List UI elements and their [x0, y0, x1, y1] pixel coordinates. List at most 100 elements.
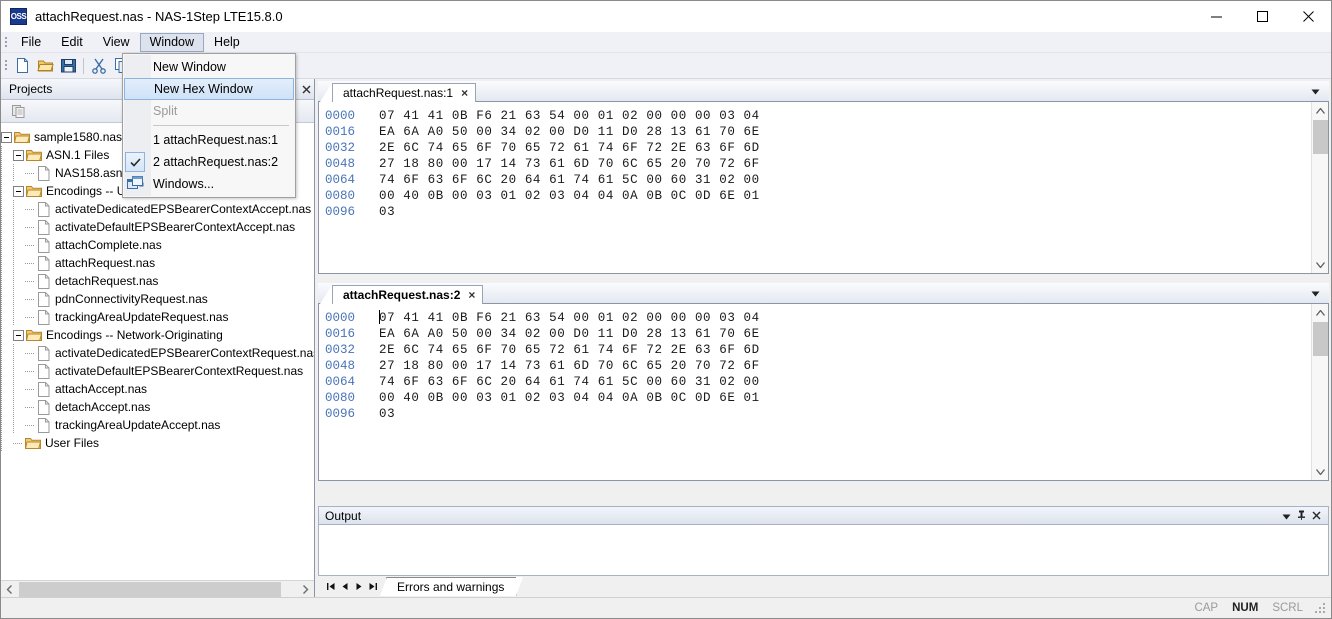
- hex-row: 0080 00 40 0B 00 03 01 02 03 04 04 0A 0B …: [325, 188, 1311, 204]
- projects-hscrollbar[interactable]: [1, 580, 314, 598]
- tree-expander-icon[interactable]: [13, 185, 24, 197]
- tree-guide: [25, 380, 37, 398]
- resize-grip-icon[interactable]: [1313, 601, 1327, 615]
- tree-item[interactable]: activateDedicatedEPSBearerContextRequest…: [1, 344, 314, 362]
- hscroll-right-arrow[interactable]: [297, 580, 314, 598]
- maximize-button[interactable]: [1239, 1, 1285, 32]
- new-file-icon[interactable]: [11, 55, 34, 77]
- menu-file[interactable]: File: [11, 33, 51, 52]
- tree-item[interactable]: detachRequest.nas: [1, 272, 314, 290]
- hex-window-2-vscrollbar[interactable]: [1311, 304, 1328, 480]
- tabstrip-dropdown-icon-2[interactable]: [1305, 283, 1325, 304]
- vscroll-thumb[interactable]: [1313, 322, 1328, 356]
- hex-offset: 0016: [325, 125, 356, 139]
- close-button[interactable]: [1285, 1, 1331, 32]
- menu-item-label: 1 attachRequest.nas:1: [153, 133, 279, 147]
- hex-bytes: 00 40 0B 00 03 01 02 03 04 04 0A 0B 0C 0…: [379, 391, 760, 405]
- open-folder-icon[interactable]: [34, 55, 57, 77]
- vscroll-down-arrow[interactable]: [1312, 463, 1328, 480]
- hex-window-1-body[interactable]: 0000 07 41 41 0B F6 21 63 54 00 01 02 00 …: [318, 102, 1329, 274]
- menu-help[interactable]: Help: [204, 33, 250, 52]
- tree-item[interactable]: attachComplete.nas: [1, 236, 314, 254]
- tree-item[interactable]: activateDefaultEPSBearerContextAccept.na…: [1, 218, 314, 236]
- output-nav-next-button[interactable]: [352, 579, 366, 595]
- menu-bar: File Edit View Window Help: [1, 32, 1331, 53]
- copy-pages-icon[interactable]: [7, 100, 30, 122]
- hex-window-1-vscrollbar[interactable]: [1311, 102, 1328, 273]
- vscroll-thumb[interactable]: [1313, 120, 1328, 154]
- tree-item[interactable]: activateDedicatedEPSBearerContextAccept.…: [1, 200, 314, 218]
- vscroll-up-arrow[interactable]: [1312, 304, 1328, 321]
- tab-attachrequest-nas-2[interactable]: attachRequest.nas:2 ×: [332, 285, 484, 304]
- tree-item[interactable]: activateDefaultEPSBearerContextRequest.n…: [1, 362, 314, 380]
- tree-item[interactable]: trackingAreaUpdateAccept.nas: [1, 416, 314, 434]
- menu-item-new-hex-window[interactable]: New Hex Window: [124, 78, 294, 100]
- tree-expander-icon[interactable]: [13, 329, 24, 341]
- hex-row: 0064 74 6F 63 6F 6C 20 64 61 74 61 5C 00 …: [325, 172, 1311, 188]
- tree-item[interactable]: pdnConnectivityRequest.nas: [1, 290, 314, 308]
- output-panel-body[interactable]: [318, 525, 1329, 576]
- tab-attachrequest-nas-1[interactable]: attachRequest.nas:1 ×: [332, 83, 477, 102]
- hex-bytes: 03: [379, 407, 396, 421]
- hex-content-2[interactable]: 0000 07 41 41 0B F6 21 63 54 00 01 02 00 …: [319, 304, 1311, 480]
- menu-item-windows[interactable]: Windows...: [123, 173, 295, 195]
- folder-icon: [13, 131, 31, 144]
- tab-close-icon[interactable]: ×: [461, 86, 468, 100]
- tree-guide: [1, 200, 13, 218]
- output-close-icon[interactable]: [1312, 509, 1321, 523]
- hex-offset: 0096: [325, 205, 356, 219]
- menu-item-2-attachrequest-nas-2[interactable]: 2 attachRequest.nas:2: [123, 151, 295, 173]
- tree-guide: [1, 362, 13, 380]
- tree-item[interactable]: attachAccept.nas: [1, 380, 314, 398]
- tree-item-label: ASN.1 Files: [46, 148, 110, 162]
- hex-window-2-body[interactable]: 0000 07 41 41 0B F6 21 63 54 00 01 02 00 …: [318, 304, 1329, 481]
- file-icon: [37, 309, 50, 325]
- tree-expander-icon[interactable]: [1, 131, 12, 143]
- hscroll-thumb[interactable]: [19, 581, 281, 597]
- tree-item[interactable]: User Files: [1, 434, 314, 452]
- tree-item[interactable]: Encodings -- Network-Originating: [1, 326, 314, 344]
- tree-item-label: User Files: [45, 436, 100, 450]
- menu-edit[interactable]: Edit: [51, 33, 93, 52]
- tree-item[interactable]: attachRequest.nas: [1, 254, 314, 272]
- output-tab-errors-and-warnings[interactable]: Errors and warnings: [379, 577, 524, 596]
- menu-item-new-window[interactable]: New Window: [123, 56, 295, 78]
- tree-guide: [1, 218, 13, 236]
- title-bar: OSS attachRequest.nas - NAS-1Step LTE15.…: [1, 1, 1331, 32]
- hex-window-1: attachRequest.nas:1 × 0000 07 41 41 0B F6…: [318, 81, 1329, 274]
- output-nav-first-button[interactable]: [324, 579, 338, 595]
- minimize-button[interactable]: [1193, 1, 1239, 32]
- toolbar-separator: [83, 57, 84, 74]
- folder-icon: [24, 437, 42, 450]
- hex-row: 0096 03: [325, 204, 1311, 220]
- tree-item[interactable]: detachAccept.nas: [1, 398, 314, 416]
- window-menu-dropdown[interactable]: New Window New Hex Window Split 1 attachReq…: [122, 53, 296, 198]
- menu-item-1-attachrequest-nas-1[interactable]: 1 attachRequest.nas:1: [123, 129, 295, 151]
- save-icon[interactable]: [57, 55, 80, 77]
- hscroll-track[interactable]: [18, 580, 297, 598]
- tree-item[interactable]: trackingAreaUpdateRequest.nas: [1, 308, 314, 326]
- pin-icon[interactable]: [1297, 509, 1306, 523]
- menu-window[interactable]: Window: [139, 32, 205, 52]
- hex-window-1-tabstrip: attachRequest.nas:1 ×: [318, 81, 1329, 102]
- panel-close-icon[interactable]: [298, 79, 314, 100]
- output-nav-prev-button[interactable]: [338, 579, 352, 595]
- tree-item-label: NAS158.asn: [55, 166, 123, 180]
- hscroll-left-arrow[interactable]: [1, 580, 18, 598]
- tree-item-label: trackingAreaUpdateAccept.nas: [55, 418, 221, 432]
- vscroll-up-arrow[interactable]: [1312, 102, 1328, 119]
- text-cursor: [379, 310, 380, 324]
- tree-guide: [13, 308, 25, 326]
- tree-guide: [1, 290, 13, 308]
- cut-icon[interactable]: [87, 55, 110, 77]
- menu-view[interactable]: View: [93, 33, 140, 52]
- output-dropdown-icon[interactable]: [1282, 509, 1291, 523]
- tab-close-icon[interactable]: ×: [468, 288, 475, 302]
- hex-content-1[interactable]: 0000 07 41 41 0B F6 21 63 54 00 01 02 00 …: [319, 102, 1311, 273]
- hex-row: 0096 03: [325, 406, 1311, 422]
- tabstrip-dropdown-icon-1[interactable]: [1305, 81, 1325, 102]
- output-nav-last-button[interactable]: [366, 579, 380, 595]
- tree-guide: [1, 344, 13, 362]
- tree-expander-icon[interactable]: [13, 149, 24, 161]
- vscroll-down-arrow[interactable]: [1312, 256, 1328, 273]
